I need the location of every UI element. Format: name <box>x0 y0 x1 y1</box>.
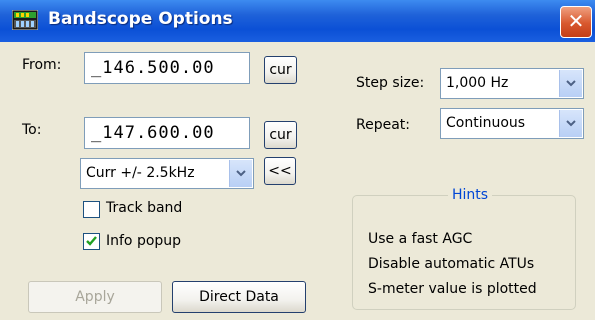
back-button[interactable]: << <box>264 157 296 185</box>
window-title: Bandscope Options <box>48 9 233 29</box>
bandscope-options-dialog: Bandscope Options ✕ From: _146.500.00 cu… <box>0 0 595 320</box>
span-select[interactable]: Curr +/- 2.5kHz <box>80 158 254 189</box>
info-popup-label[interactable]: Info popup <box>106 233 181 249</box>
apply-button[interactable]: Apply <box>28 281 162 313</box>
step-size-value: 1,000 Hz <box>446 75 509 91</box>
span-select-value: Curr +/- 2.5kHz <box>86 165 195 181</box>
to-cur-button[interactable]: cur <box>264 121 297 149</box>
repeat-label: Repeat: <box>356 117 410 133</box>
chevron-down-icon[interactable] <box>559 70 582 97</box>
bandscope-app-icon <box>12 10 38 30</box>
hints-group: Hints Use a fast AGC Disable automatic A… <box>352 187 576 310</box>
from-label: From: <box>22 57 62 73</box>
from-cur-button[interactable]: cur <box>264 56 297 84</box>
step-size-label: Step size: <box>356 75 425 91</box>
to-label: To: <box>22 122 42 138</box>
info-popup-checkbox[interactable] <box>83 233 100 250</box>
chevron-down-icon[interactable] <box>229 160 252 187</box>
close-button[interactable]: ✕ <box>560 6 592 38</box>
to-frequency-input[interactable]: _147.600.00 <box>84 117 250 149</box>
step-size-select[interactable]: 1,000 Hz <box>440 68 584 99</box>
from-frequency-input[interactable]: _146.500.00 <box>84 52 250 84</box>
hint-item: Disable automatic ATUs <box>368 256 535 272</box>
checkmark-icon <box>86 236 97 246</box>
repeat-select[interactable]: Continuous <box>440 108 584 139</box>
track-band-checkbox[interactable] <box>83 201 100 218</box>
close-icon: ✕ <box>567 9 585 33</box>
direct-data-button[interactable]: Direct Data <box>172 281 306 313</box>
hint-item: S-meter value is plotted <box>368 281 537 297</box>
hints-title: Hints <box>448 187 493 203</box>
title-bar[interactable]: Bandscope Options ✕ <box>0 0 595 42</box>
repeat-value: Continuous <box>446 115 526 131</box>
track-band-label[interactable]: Track band <box>106 200 182 216</box>
chevron-down-icon[interactable] <box>559 110 582 137</box>
hint-item: Use a fast AGC <box>368 231 473 247</box>
